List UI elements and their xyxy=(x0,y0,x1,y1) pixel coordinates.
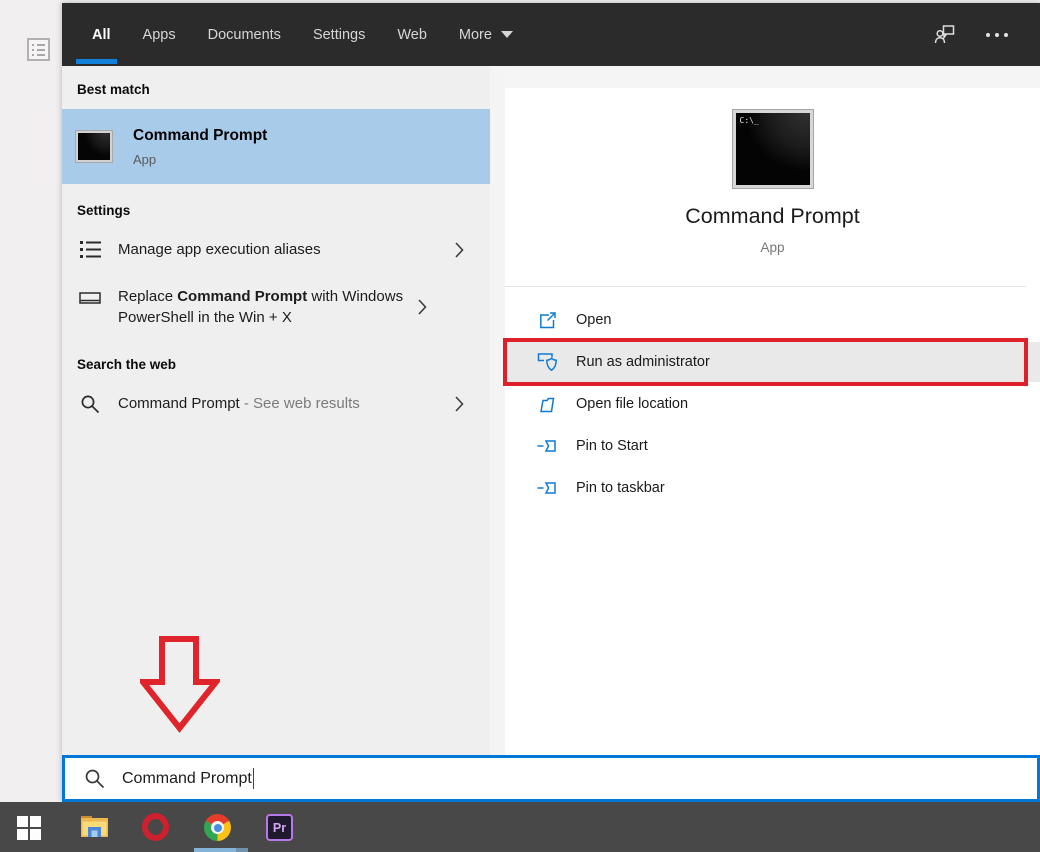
best-match-result[interactable]: Command Prompt App xyxy=(62,109,490,184)
pin-icon xyxy=(536,479,558,497)
chevron-right-icon xyxy=(455,396,464,412)
opera-icon[interactable] xyxy=(142,813,169,841)
windows-start-button[interactable] xyxy=(17,816,41,840)
red-arrow-annotation xyxy=(140,636,220,733)
search-filter-tabs: All Apps Documents Settings Web More xyxy=(62,3,1040,66)
chevron-down-icon xyxy=(501,31,513,38)
result-label: Replace Command Prompt with Windows Powe… xyxy=(118,286,418,328)
settings-header: Settings xyxy=(62,184,490,230)
list-settings-icon xyxy=(79,240,101,259)
tab-all[interactable]: All xyxy=(76,3,127,66)
result-label: Command Prompt - See web results xyxy=(118,393,455,414)
tab-web[interactable]: Web xyxy=(381,3,443,66)
result-label: Manage app execution aliases xyxy=(118,239,455,260)
preview-app-title: Command Prompt xyxy=(505,204,1040,229)
tab-documents[interactable]: Documents xyxy=(192,3,297,66)
context-actions: Open Run as administrator xyxy=(505,287,1040,510)
search-icon xyxy=(79,394,101,414)
action-pin-to-start[interactable]: Pin to Start xyxy=(505,426,1040,466)
action-open[interactable]: Open xyxy=(505,300,1040,340)
admin-shield-icon xyxy=(536,352,558,372)
tab-apps[interactable]: Apps xyxy=(127,3,192,66)
result-web-search[interactable]: Command Prompt - See web results xyxy=(62,384,490,423)
file-location-icon xyxy=(536,395,558,414)
chrome-icon[interactable] xyxy=(204,814,231,841)
feedback-icon[interactable] xyxy=(933,23,958,46)
command-prompt-icon-large: C:\_ xyxy=(733,110,813,188)
best-match-title: Command Prompt xyxy=(133,127,267,145)
action-pin-to-taskbar[interactable]: Pin to taskbar xyxy=(505,468,1040,508)
panel-divider xyxy=(490,66,505,755)
result-manage-aliases[interactable]: Manage app execution aliases xyxy=(62,230,490,269)
text-cursor xyxy=(253,768,255,789)
preview-panel: C:\_ Command Prompt App Open xyxy=(505,66,1040,755)
preview-app-subtitle: App xyxy=(505,240,1040,255)
window-key-icon xyxy=(79,289,101,307)
result-replace-powershell[interactable]: Replace Command Prompt with Windows Powe… xyxy=(62,277,490,337)
search-query-text: Command Prompt xyxy=(122,770,252,788)
results-panel: Best match Command Prompt App Settings xyxy=(62,66,490,755)
best-match-header: Best match xyxy=(62,66,490,109)
chevron-right-icon xyxy=(418,299,427,315)
open-icon xyxy=(536,311,558,330)
search-web-header: Search the web xyxy=(62,337,490,384)
background-note-icon xyxy=(27,38,50,61)
search-icon xyxy=(84,768,105,789)
more-options-icon[interactable] xyxy=(984,27,1010,43)
file-explorer-icon[interactable] xyxy=(80,813,109,839)
action-run-as-administrator[interactable]: Run as administrator xyxy=(505,342,1040,382)
taskbar: Pr xyxy=(0,802,1040,852)
best-match-subtitle: App xyxy=(133,152,267,167)
active-app-indicator xyxy=(194,848,236,852)
tab-more[interactable]: More xyxy=(443,3,529,66)
premiere-pro-icon[interactable]: Pr xyxy=(266,814,293,841)
search-input[interactable]: Command Prompt xyxy=(62,755,1040,802)
search-flyout: All Apps Documents Settings Web More Bes… xyxy=(62,3,1040,802)
tab-settings[interactable]: Settings xyxy=(297,3,381,66)
command-prompt-icon xyxy=(76,131,112,162)
pin-icon xyxy=(536,437,558,455)
action-open-file-location[interactable]: Open file location xyxy=(505,384,1040,424)
chevron-right-icon xyxy=(455,242,464,258)
